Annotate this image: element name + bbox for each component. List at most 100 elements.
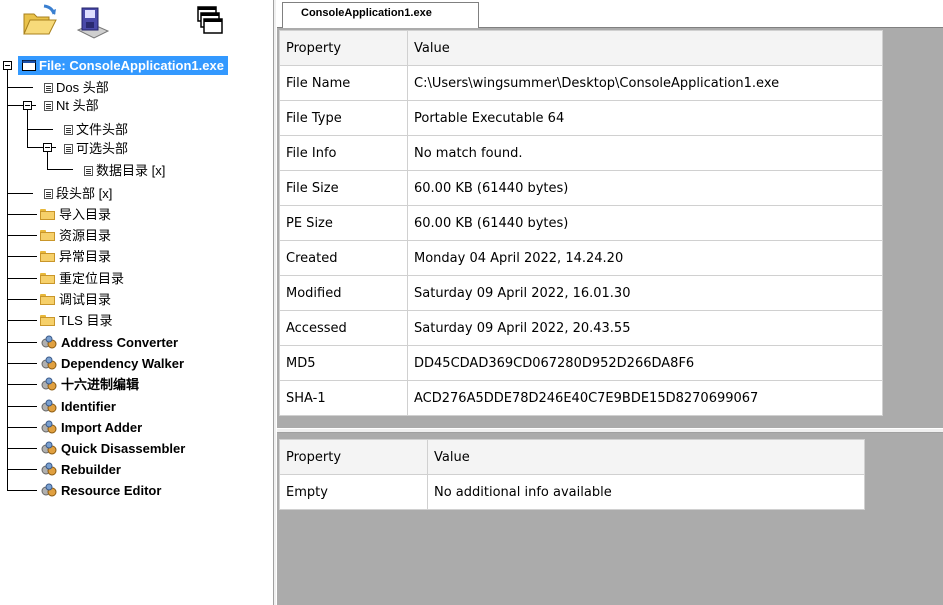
cell-property: Created — [279, 240, 408, 276]
tree-item-label: 重定位目录 — [59, 271, 125, 286]
file-info-table: Property Value File Name C:\Users\wingsum… — [279, 30, 883, 416]
tab-bar: ConsoleApplication1.exe — [277, 0, 943, 28]
table-row[interactable]: Accessed Saturday 09 April 2022, 20.43.55 — [279, 310, 883, 346]
table-row[interactable]: PE Size 60.00 KB (61440 bytes) — [279, 205, 883, 241]
cell-property: File Size — [279, 170, 408, 206]
toolbar — [0, 0, 273, 52]
tool-icon — [41, 462, 57, 476]
file-info-pane: Property Value File Name C:\Users\wingsum… — [277, 28, 943, 428]
tree-item-exception-directory[interactable]: 异常目录 — [40, 246, 111, 267]
doc-icon — [64, 124, 73, 135]
cell-property: PE Size — [279, 205, 408, 241]
tree-item-section-headers[interactable]: 段头部 [x] — [44, 183, 112, 204]
tree-item-label: TLS 目录 — [59, 313, 113, 328]
tree-item-label: 文件头部 — [76, 122, 129, 137]
cell-property: File Type — [279, 100, 408, 136]
folder-icon — [40, 315, 56, 327]
window-icon — [22, 60, 36, 72]
tree-item-resource-editor[interactable]: Resource Editor — [40, 480, 161, 501]
tree-item-identifier[interactable]: Identifier — [40, 396, 116, 417]
tree-item-hex-editor[interactable]: 十六进制编辑 — [40, 374, 139, 395]
cell-property: File Info — [279, 135, 408, 171]
tree-item-label: 调试目录 — [59, 292, 112, 307]
tree-item-debug-directory[interactable]: 调试目录 — [40, 289, 111, 310]
tree-item-tls-directory[interactable]: TLS 目录 — [40, 310, 112, 331]
tree-item-address-converter[interactable]: Address Converter — [40, 332, 178, 353]
tree-item-label: Resource Editor — [61, 483, 162, 498]
column-header-property[interactable]: Property — [279, 30, 408, 66]
doc-icon — [44, 188, 53, 199]
tree-item-relocation-directory[interactable]: 重定位目录 — [40, 268, 124, 289]
cell-value: 60.00 KB (61440 bytes) — [407, 205, 883, 241]
doc-icon — [64, 143, 73, 154]
table-row[interactable]: File Info No match found. — [279, 135, 883, 171]
tree-item-label: 资源目录 — [59, 228, 112, 243]
tree-item-label: Identifier — [61, 399, 116, 414]
tree-item-import-directory[interactable]: 导入目录 — [40, 204, 111, 225]
tree-item-label: 异常目录 — [59, 249, 112, 264]
table-row[interactable]: File Size 60.00 KB (61440 bytes) — [279, 170, 883, 206]
tool-icon — [41, 420, 57, 434]
table-row[interactable]: MD5 DD45CDAD369CD067280D952D266DA8F6 — [279, 345, 883, 381]
cell-value: ACD276A5DDE78D246E40C7E9BDE15D8270699067 — [407, 380, 883, 416]
folder-icon — [40, 251, 56, 263]
tree-item-file-header[interactable]: 文件头部 — [64, 119, 128, 140]
open-file-icon[interactable] — [20, 2, 60, 42]
table-row[interactable]: Modified Saturday 09 April 2022, 16.01.30 — [279, 275, 883, 311]
folder-icon — [40, 273, 56, 285]
tree-item-label: Quick Disassembler — [61, 441, 186, 456]
tree-item-label: Rebuilder — [61, 462, 121, 477]
cell-value: No additional info available — [427, 474, 865, 510]
tree-root-label: File: ConsoleApplication1.exe — [39, 58, 224, 73]
folder-icon — [40, 230, 56, 242]
cell-value: C:\Users\wingsummer\Desktop\ConsoleAppli… — [407, 65, 883, 101]
column-header-value[interactable]: Value — [407, 30, 883, 66]
tree-item-optional-header[interactable]: 可选头部 — [64, 138, 128, 159]
tree-item-rebuilder[interactable]: Rebuilder — [40, 459, 121, 480]
tree-item-import-adder[interactable]: Import Adder — [40, 417, 142, 438]
cell-value: Saturday 09 April 2022, 16.01.30 — [407, 275, 883, 311]
tree-root-file[interactable]: File: ConsoleApplication1.exe — [18, 56, 228, 75]
tree-item-label: 段头部 [x] — [56, 186, 113, 201]
tree-item-label: Import Adder — [61, 420, 143, 435]
doc-icon — [44, 82, 53, 93]
tree-item-label: Dependency Walker — [61, 356, 185, 371]
tree-item-label: 十六进制编辑 — [61, 377, 140, 392]
cell-value: DD45CDAD369CD067280D952D266DA8F6 — [407, 345, 883, 381]
cell-value: Saturday 09 April 2022, 20.43.55 — [407, 310, 883, 346]
table-row[interactable]: SHA-1 ACD276A5DDE78D246E40C7E9BDE15D82706… — [279, 380, 883, 416]
table-row[interactable]: File Name C:\Users\wingsummer\Desktop\Con… — [279, 65, 883, 101]
tree-item-nt-header[interactable]: Nt 头部 — [44, 95, 99, 116]
windows-icon[interactable] — [190, 2, 230, 42]
cell-property: MD5 — [279, 345, 408, 381]
tree-item-resource-directory[interactable]: 资源目录 — [40, 225, 111, 246]
table-row[interactable]: Empty No additional info available — [279, 474, 865, 510]
collapse-nt-icon[interactable] — [23, 101, 32, 110]
tree-item-label: Address Converter — [61, 335, 179, 350]
tree-item-label: 数据目录 [x] — [96, 163, 166, 178]
cell-property: Modified — [279, 275, 408, 311]
tree-item-quick-disassembler[interactable]: Quick Disassembler — [40, 438, 185, 459]
tree-item-label: 导入目录 — [59, 207, 112, 222]
doc-icon — [84, 165, 93, 176]
cell-value: 60.00 KB (61440 bytes) — [407, 170, 883, 206]
table-row[interactable]: Created Monday 04 April 2022, 14.24.20 — [279, 240, 883, 276]
vertical-splitter[interactable] — [273, 0, 276, 605]
tab-console-application[interactable]: ConsoleApplication1.exe — [282, 2, 479, 28]
collapse-root-icon[interactable] — [3, 61, 12, 70]
collapse-optional-icon[interactable] — [43, 143, 52, 152]
tree-item-label: Dos 头部 — [56, 80, 109, 95]
save-icon[interactable] — [72, 2, 112, 42]
tool-icon — [41, 483, 57, 497]
tree-item-data-directories[interactable]: 数据目录 [x] — [84, 160, 165, 181]
table-row[interactable]: File Type Portable Executable 64 — [279, 100, 883, 136]
column-header-property[interactable]: Property — [279, 439, 428, 475]
tree-item-dependency-walker[interactable]: Dependency Walker — [40, 353, 184, 374]
cell-property: SHA-1 — [279, 380, 408, 416]
file-tree: File: ConsoleApplication1.exe Dos 头部 Nt … — [0, 52, 273, 605]
cell-value: Monday 04 April 2022, 14.24.20 — [407, 240, 883, 276]
tool-icon — [41, 356, 57, 370]
folder-icon — [40, 209, 56, 221]
table-header-row: Property Value — [279, 30, 883, 66]
column-header-value[interactable]: Value — [427, 439, 865, 475]
